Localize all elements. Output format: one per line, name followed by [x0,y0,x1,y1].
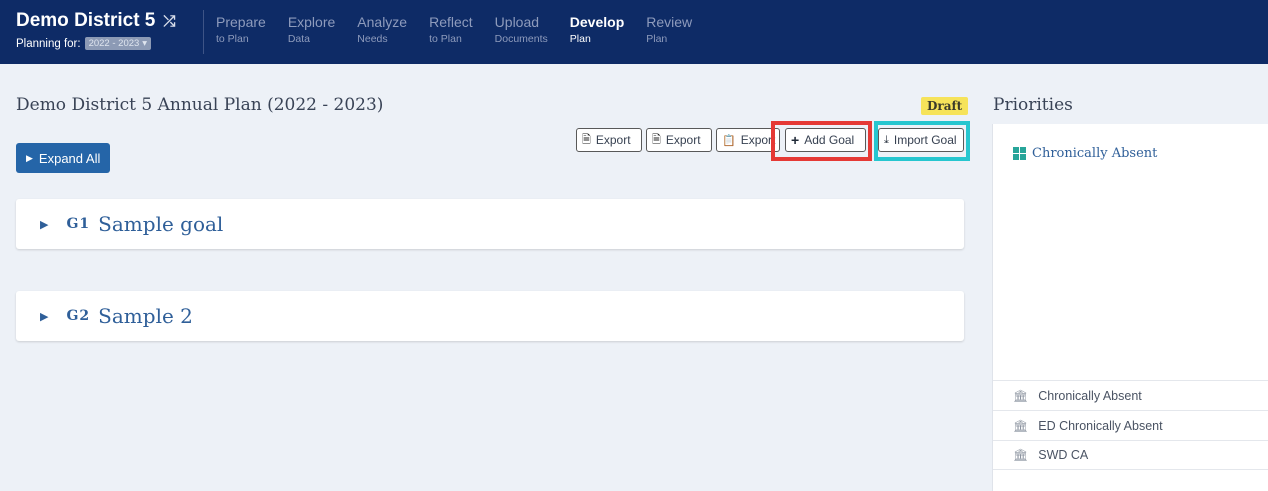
import-goal-highlight [874,121,970,161]
institution-icon: 🏛 [1013,448,1029,462]
goal-code: G2 [66,308,91,324]
goal-card-g1[interactable]: ▶ G1 Sample goal [16,199,964,249]
planning-label: Planning for: [16,37,81,50]
priority-list: 🏛 Chronically Absent 🏛 ED Chronically Ab… [993,380,1268,470]
priorities-title: Priorities [993,95,1073,115]
goal-card-g2[interactable]: ▶ G2 Sample 2 [16,291,964,341]
main-nav: Prepare to Plan Explore Data Analyze Nee… [216,14,714,46]
list-item[interactable]: 🏛 SWD CA [993,440,1268,470]
top-nav-bar: Demo District 5 ⤮ Planning for: 2022 - 2… [0,0,1268,64]
caret-right-icon: ▶ [26,152,33,163]
goal-code: G1 [66,216,91,232]
grid-icon [1013,147,1026,160]
nav-item-upload[interactable]: Upload Documents [495,14,548,46]
nav-item-review[interactable]: Review Plan [646,14,692,46]
goal-name: Sample 2 [98,304,193,328]
priority-primary-label: Chronically Absent [1032,146,1158,161]
list-item[interactable]: 🏛 ED Chronically Absent [993,410,1268,440]
nav-divider [203,10,204,54]
nav-item-develop[interactable]: Develop Plan [570,14,624,46]
caret-right-icon: ▶ [40,217,49,231]
planning-for: Planning for: 2022 - 2023 ▾ [16,37,175,50]
nav-item-explore[interactable]: Explore Data [288,14,335,46]
priorities-panel: Chronically Absent 🏛 Chronically Absent … [992,124,1268,491]
add-goal-highlight [771,121,872,161]
word-file-icon: 🗎 [582,133,591,146]
nav-item-analyze[interactable]: Analyze Needs [357,14,407,46]
list-item[interactable]: 🏛 Chronically Absent [993,380,1268,410]
district-name: Demo District 5 [16,10,156,31]
institution-icon: 🏛 [1013,418,1029,433]
status-badge: Draft [921,97,969,115]
caret-right-icon: ▶ [40,309,49,323]
expand-all-label: Expand All [38,150,101,166]
page-title: Demo District 5 Annual Plan (2022 - 2023… [16,95,384,115]
pdf-file-icon: 🗎 [652,133,661,146]
nav-item-reflect[interactable]: Reflect to Plan [429,14,473,46]
export-word-button[interactable]: 🗎 Export [576,128,642,152]
clipboard-icon: 📋 [722,134,736,147]
expand-all-button[interactable]: ▶ Expand All [16,143,111,173]
institution-icon: 🏛 [1013,388,1029,403]
year-select[interactable]: 2022 - 2023 ▾ [84,37,152,50]
shuffle-icon[interactable]: ⤮ [163,13,175,30]
brand: Demo District 5 ⤮ Planning for: 2022 - 2… [16,10,175,50]
goal-name: Sample goal [98,212,224,236]
export-pdf-button[interactable]: 🗎 Export [646,128,712,152]
district-switcher[interactable]: Demo District 5 ⤮ [16,10,175,32]
priority-primary[interactable]: Chronically Absent [1013,146,1157,161]
nav-item-prepare[interactable]: Prepare to Plan [216,14,266,46]
year-value: 2022 - 2023 [88,38,140,49]
chevron-down-icon: ▾ [142,38,148,49]
